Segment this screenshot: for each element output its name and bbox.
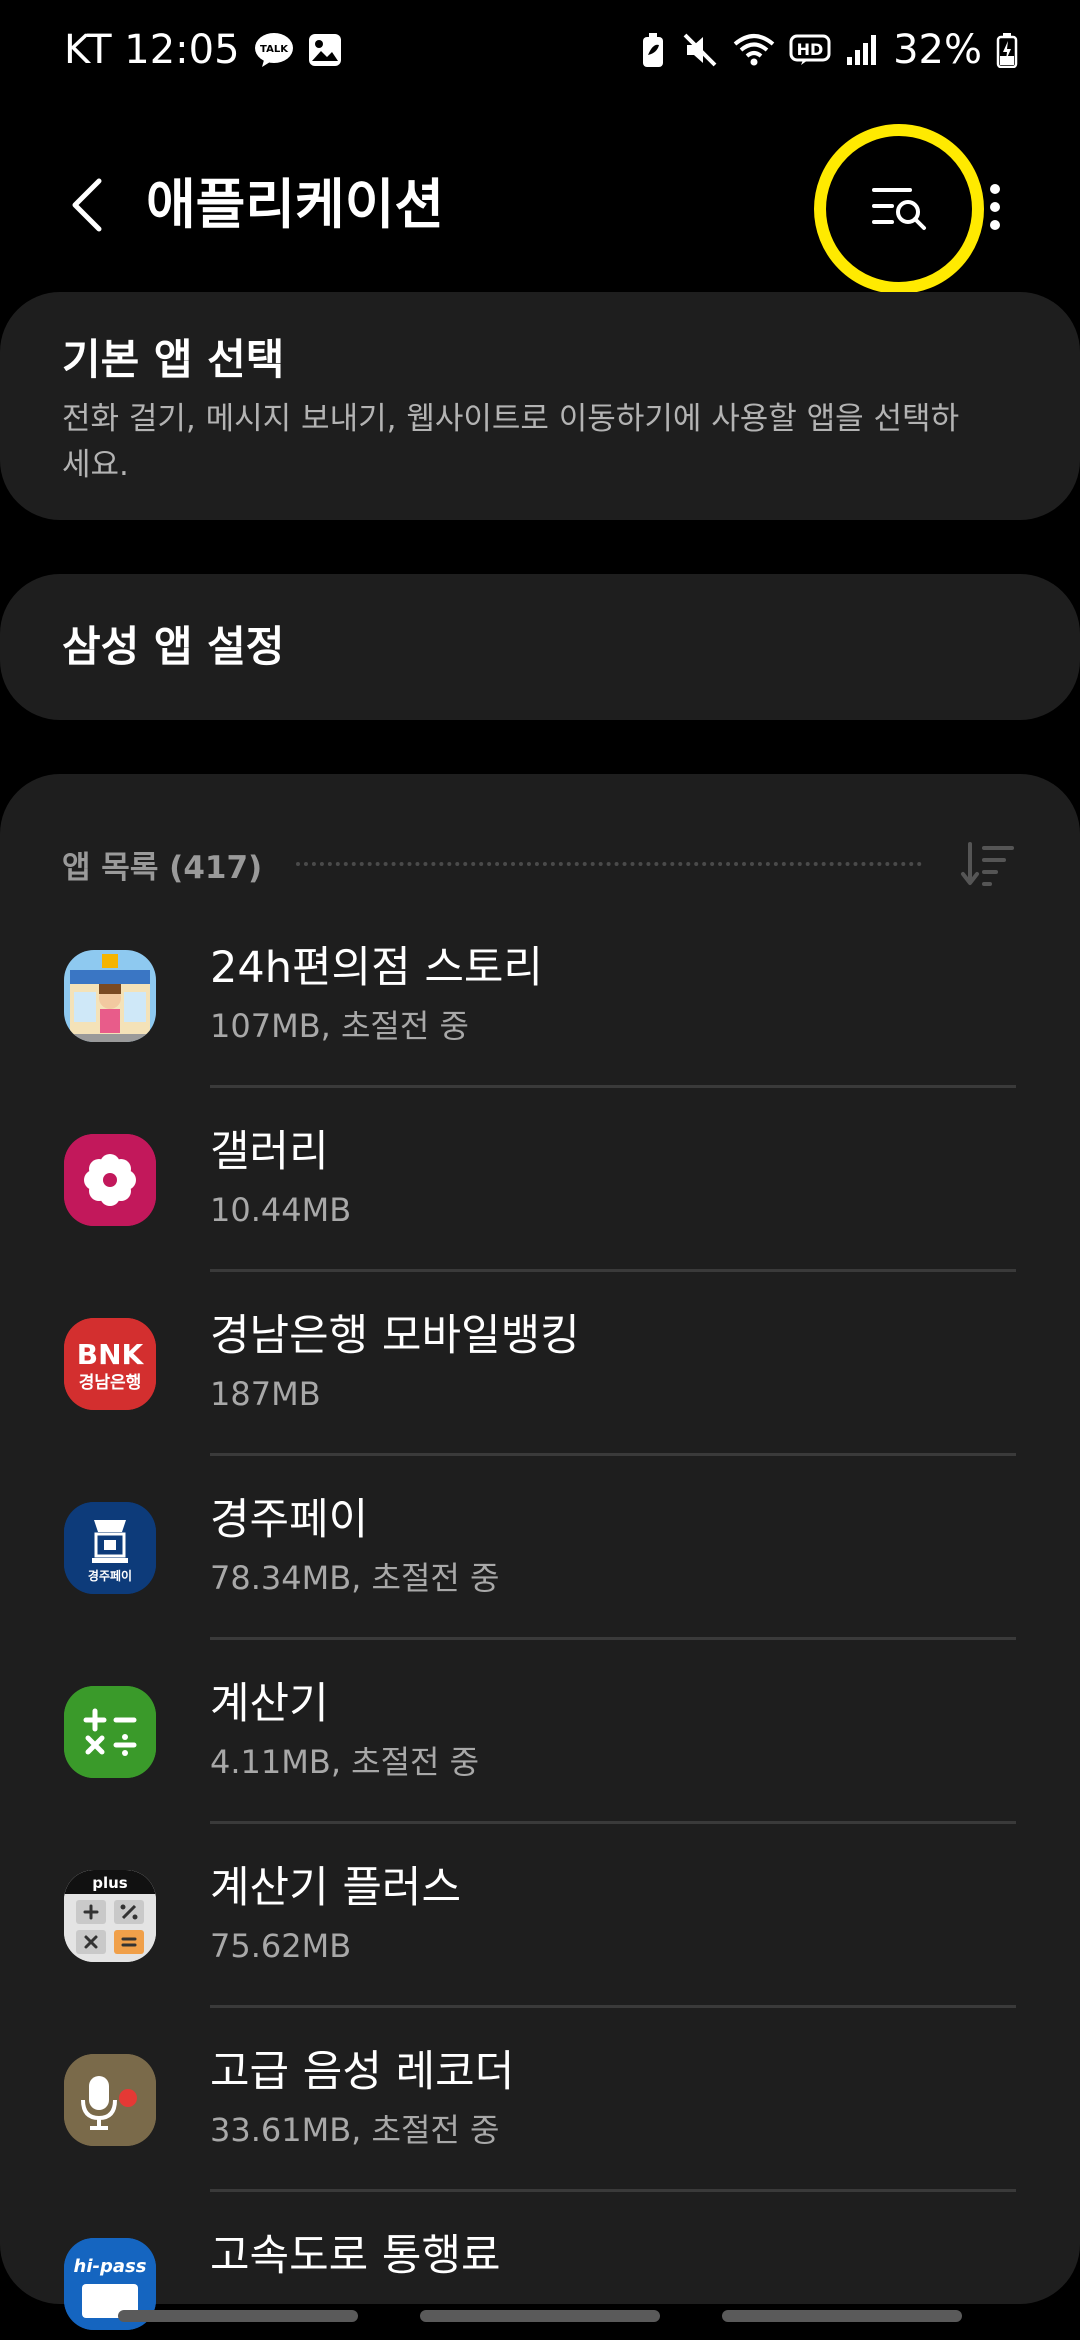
app-size: 33.61MB, 초절전 중 [210,2111,500,2149]
svg-text:경주페이: 경주페이 [88,1568,132,1583]
default-apps-description: 전화 걸기, 메시지 보내기, 웹사이트로 이동하기에 사용할 앱을 선택하세요… [62,401,960,483]
bnk-bank-icon: BNK 경남은행 [64,1318,156,1410]
calculator-icon [64,1686,156,1778]
svg-text:경남은행: 경남은행 [79,1373,142,1393]
app-name: 경주페이 [210,1495,369,1545]
svg-text:BNK: BNK [77,1338,145,1371]
gyeongju-pay-icon: 경주페이 [64,1502,156,1594]
talk-icon: TALK [254,32,294,68]
back-button[interactable] [52,170,122,240]
calculator-plus-icon: plus [64,1870,156,1962]
app-name: 고급 음성 레코더 [210,2047,515,2097]
signal-icon [845,33,879,67]
search-apps-button[interactable] [860,172,940,242]
nav-home-handle[interactable] [420,2310,660,2322]
back-arrow-icon [72,178,102,232]
app-size: 78.34MB, 초절전 중 [210,1559,500,1597]
more-vert-icon [990,184,1000,230]
svg-text:plus: plus [92,1874,128,1892]
voice-recorder-icon [64,2054,156,2146]
app-name: 고속도로 통행료 [210,2231,501,2281]
app-row-voice-recorder[interactable]: 고급 음성 레코더 33.61MB, 초절전 중 [0,2008,1080,2192]
app-bar: 애플리케이션 [0,140,1080,270]
app-size: 75.62MB [210,1927,352,1965]
battery-percent: 32% [893,27,982,73]
svg-text:hi-pass: hi-pass [74,2256,147,2277]
app-row-24h-store[interactable]: 24h편의점 스토리 107MB, 초절전 중 [0,904,1080,1088]
sort-icon [961,842,1014,886]
nav-recents-handle[interactable] [118,2310,358,2322]
app-row-bnk-bank[interactable]: BNK 경남은행 경남은행 모바일뱅킹 187MB [0,1272,1080,1456]
app-name: 갤러리 [210,1127,329,1177]
status-bar: KT 12:05 TALK HD 32% [0,0,1080,100]
app-row-gallery[interactable]: 갤러리 10.44MB [0,1088,1080,1272]
default-apps-card[interactable]: 기본 앱 선택 전화 걸기, 메시지 보내기, 웹사이트로 이동하기에 사용할 … [0,292,1080,520]
app-list-card: 앱 목록 (417) 24h편의점 스토리 107MB, 초절전 중 갤러리 1… [0,774,1080,2330]
app-row-calculator[interactable]: 계산기 4.11MB, 초절전 중 [0,1640,1080,1824]
hd-voice-icon: HD [789,34,831,66]
app-size: 107MB, 초절전 중 [210,1007,469,1045]
app-size: 10.44MB [210,1191,352,1229]
app-name: 경남은행 모바일뱅킹 [210,1311,580,1361]
header-divider [296,862,922,866]
status-left: KT 12:05 TALK [64,27,342,73]
samsung-app-settings-card[interactable]: 삼성 앱 설정 [0,574,1080,720]
app-size: 4.11MB, 초절전 중 [210,1743,480,1781]
app-size: 187MB [210,1375,321,1413]
battery-saver-icon [639,31,667,69]
wifi-icon [733,32,775,68]
app-row-gyeongju-pay[interactable]: 경주페이 경주페이 78.34MB, 초절전 중 [0,1456,1080,1640]
app-list-header: 앱 목록 (417) [62,834,1018,894]
navigation-bar [0,2310,1080,2324]
svg-text:TALK: TALK [260,44,289,55]
app-name: 24h편의점 스토리 [210,943,543,993]
carrier-time: KT 12:05 [64,27,240,73]
more-options-button[interactable] [970,172,1020,242]
svg-text:HD: HD [797,40,824,59]
default-apps-title: 기본 앱 선택 [62,335,285,384]
app-row-calculator-plus[interactable]: plus 계산기 플러스 75.62MB [0,1824,1080,2008]
gallery-notification-icon [308,33,342,67]
gallery-flower-icon [64,1134,156,1226]
sort-button[interactable] [958,834,1018,894]
app-list-count-label: 앱 목록 (417) [62,849,263,886]
page-title: 애플리케이션 [146,173,445,236]
screen: KT 12:05 TALK HD 32% 애플리케이션 기본 앱 선택 전화 걸… [0,0,1080,2340]
app-name: 계산기 [210,1679,329,1729]
filter-search-icon [872,188,926,230]
samsung-app-settings-title: 삼성 앱 설정 [62,622,285,671]
convenience-store-game-icon [64,950,156,1042]
mute-icon [681,31,719,69]
nav-back-handle[interactable] [722,2310,962,2322]
status-right: HD 32% [639,27,1018,73]
battery-charging-icon [996,32,1018,68]
app-name: 계산기 플러스 [210,1863,462,1913]
